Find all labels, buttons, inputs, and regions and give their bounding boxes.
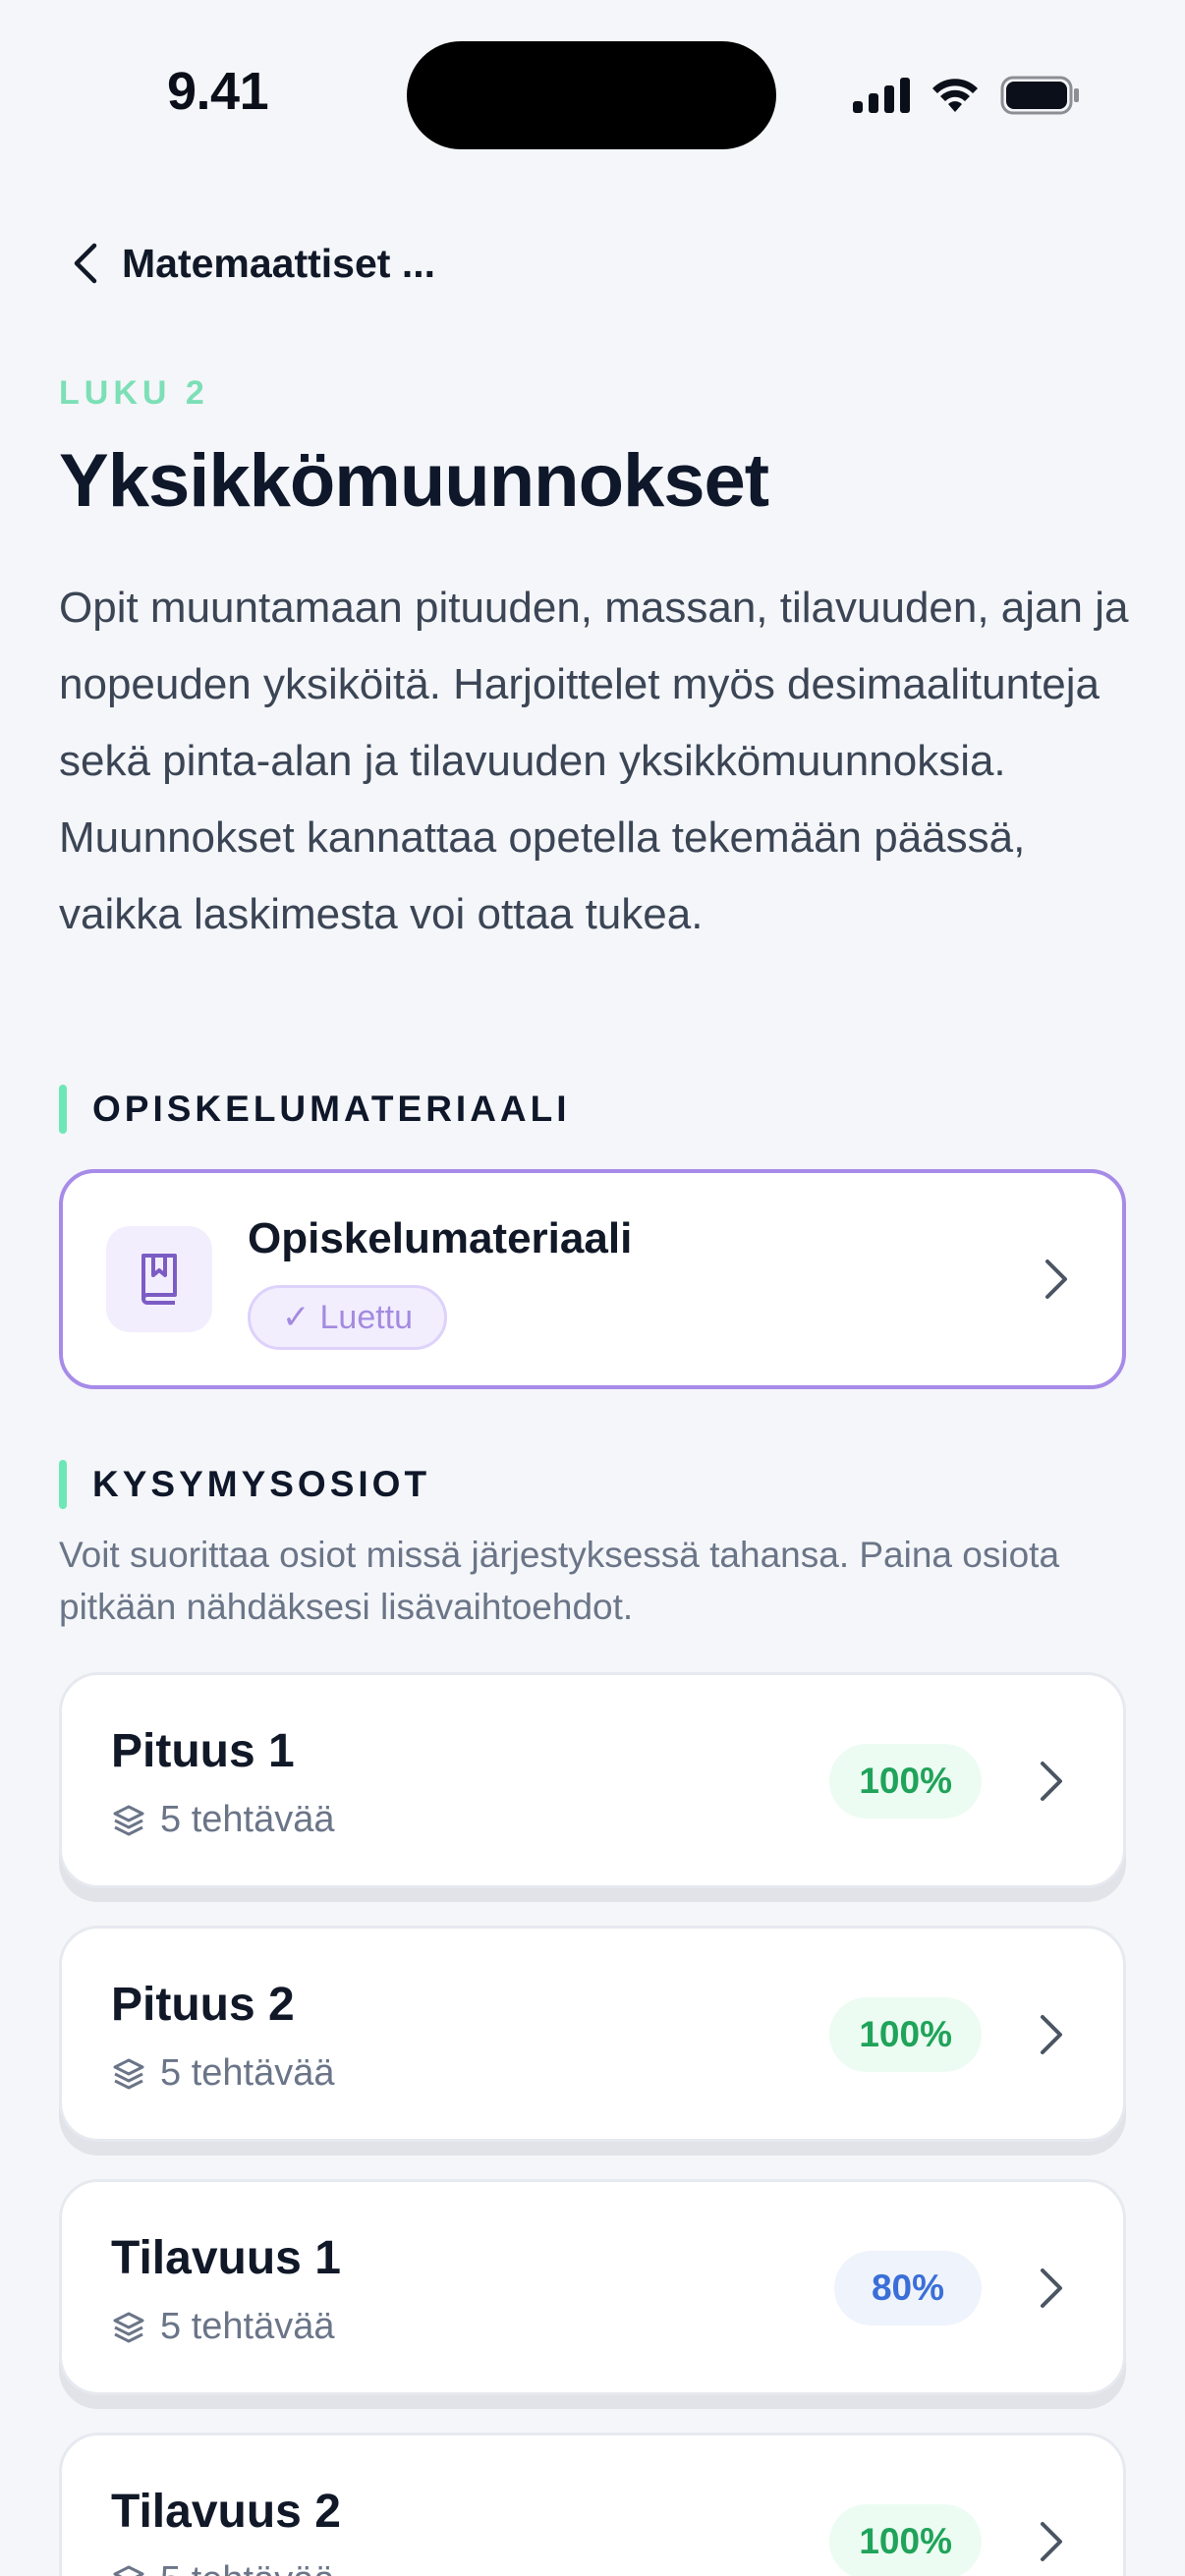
score-badge: 100% (829, 2504, 982, 2576)
cellular-signal-icon (853, 78, 910, 113)
quiz-meta: 5 tehtävää (111, 1799, 334, 1841)
wifi-icon (932, 79, 978, 112)
chevron-right-icon (1045, 1260, 1067, 1299)
quiz-card-tilavuus-1[interactable]: Tilavuus 1 5 tehtävää 80% (59, 2179, 1126, 2395)
layers-icon (113, 2058, 144, 2089)
book-icon (106, 1226, 212, 1332)
material-section-header: OPISKELUMATERIAALI (59, 1085, 571, 1134)
score-badge: 100% (829, 1997, 982, 2072)
battery-icon (1000, 76, 1079, 115)
layers-icon (113, 2565, 144, 2576)
check-icon: ✓ (282, 1299, 310, 1336)
section-accent-bar (59, 1460, 67, 1509)
quiz-card-pituus-1[interactable]: Pituus 1 5 tehtävää 100% (59, 1672, 1126, 1888)
material-title: Opiskelumateriaali (248, 1214, 633, 1262)
score-badge: 80% (834, 2251, 982, 2325)
quiz-card-tilavuus-2[interactable]: Tilavuus 2 5 tehtävää 100% (59, 2433, 1126, 2576)
quiz-list: Pituus 1 5 tehtävää 100% Pituus 2 5 teht… (59, 1672, 1126, 2576)
quiz-title: Pituus 2 (111, 1979, 295, 2031)
task-count: 5 tehtävää (160, 2559, 334, 2576)
back-button[interactable]: Matemaattiset ... (43, 214, 495, 312)
section-title: KYSYMYSOSIOT (92, 1464, 431, 1504)
quiz-meta: 5 tehtävää (111, 2559, 334, 2576)
dynamic-island (407, 41, 776, 149)
chevron-right-icon (1041, 2015, 1062, 2054)
chapter-screen: 9.41 Matemaattiset ... LUKU 2 Yksikkömuu… (0, 0, 1185, 2576)
task-count: 5 tehtävää (160, 1799, 335, 1840)
quiz-section-header: KYSYMYSOSIOT (59, 1460, 430, 1509)
read-status-label: Luettu (319, 1298, 414, 1336)
section-title: OPISKELUMATERIAALI (92, 1089, 571, 1129)
task-count: 5 tehtävää (160, 2306, 335, 2347)
chevron-right-icon (1041, 2522, 1062, 2561)
chapter-label: LUKU 2 (59, 374, 209, 412)
quiz-section-help: Voit suorittaa osiot missä järjestyksess… (59, 1535, 1060, 1627)
status-icons (853, 71, 1081, 120)
layers-icon (113, 2312, 144, 2342)
chapter-description: Opit muuntamaan pituuden, massan, tilavu… (59, 584, 1129, 938)
quiz-meta: 5 tehtävää (111, 2052, 334, 2095)
chevron-right-icon (1041, 1762, 1062, 1801)
section-accent-bar (59, 1085, 67, 1134)
quiz-card-pituus-2[interactable]: Pituus 2 5 tehtävää 100% (59, 1926, 1126, 2142)
status-time: 9.41 (167, 62, 269, 121)
study-material-card[interactable]: Opiskelumateriaali ✓ Luettu (59, 1169, 1126, 1389)
chevron-right-icon (1041, 2268, 1062, 2308)
chevron-left-icon (74, 243, 97, 284)
read-status-badge: ✓ Luettu (248, 1285, 448, 1350)
quiz-title: Pituus 1 (111, 1725, 295, 1777)
quiz-title: Tilavuus 2 (111, 2486, 341, 2538)
back-label: Matemaattiset ... (122, 240, 435, 286)
status-bar: 9.41 (0, 0, 1185, 196)
layers-icon (113, 1805, 144, 1835)
page-title: Yksikkömuunnokset (59, 439, 769, 523)
quiz-title: Tilavuus 1 (111, 2232, 341, 2284)
quiz-meta: 5 tehtävää (111, 2306, 334, 2348)
task-count: 5 tehtävää (160, 2052, 335, 2094)
score-badge: 100% (829, 1744, 982, 1819)
